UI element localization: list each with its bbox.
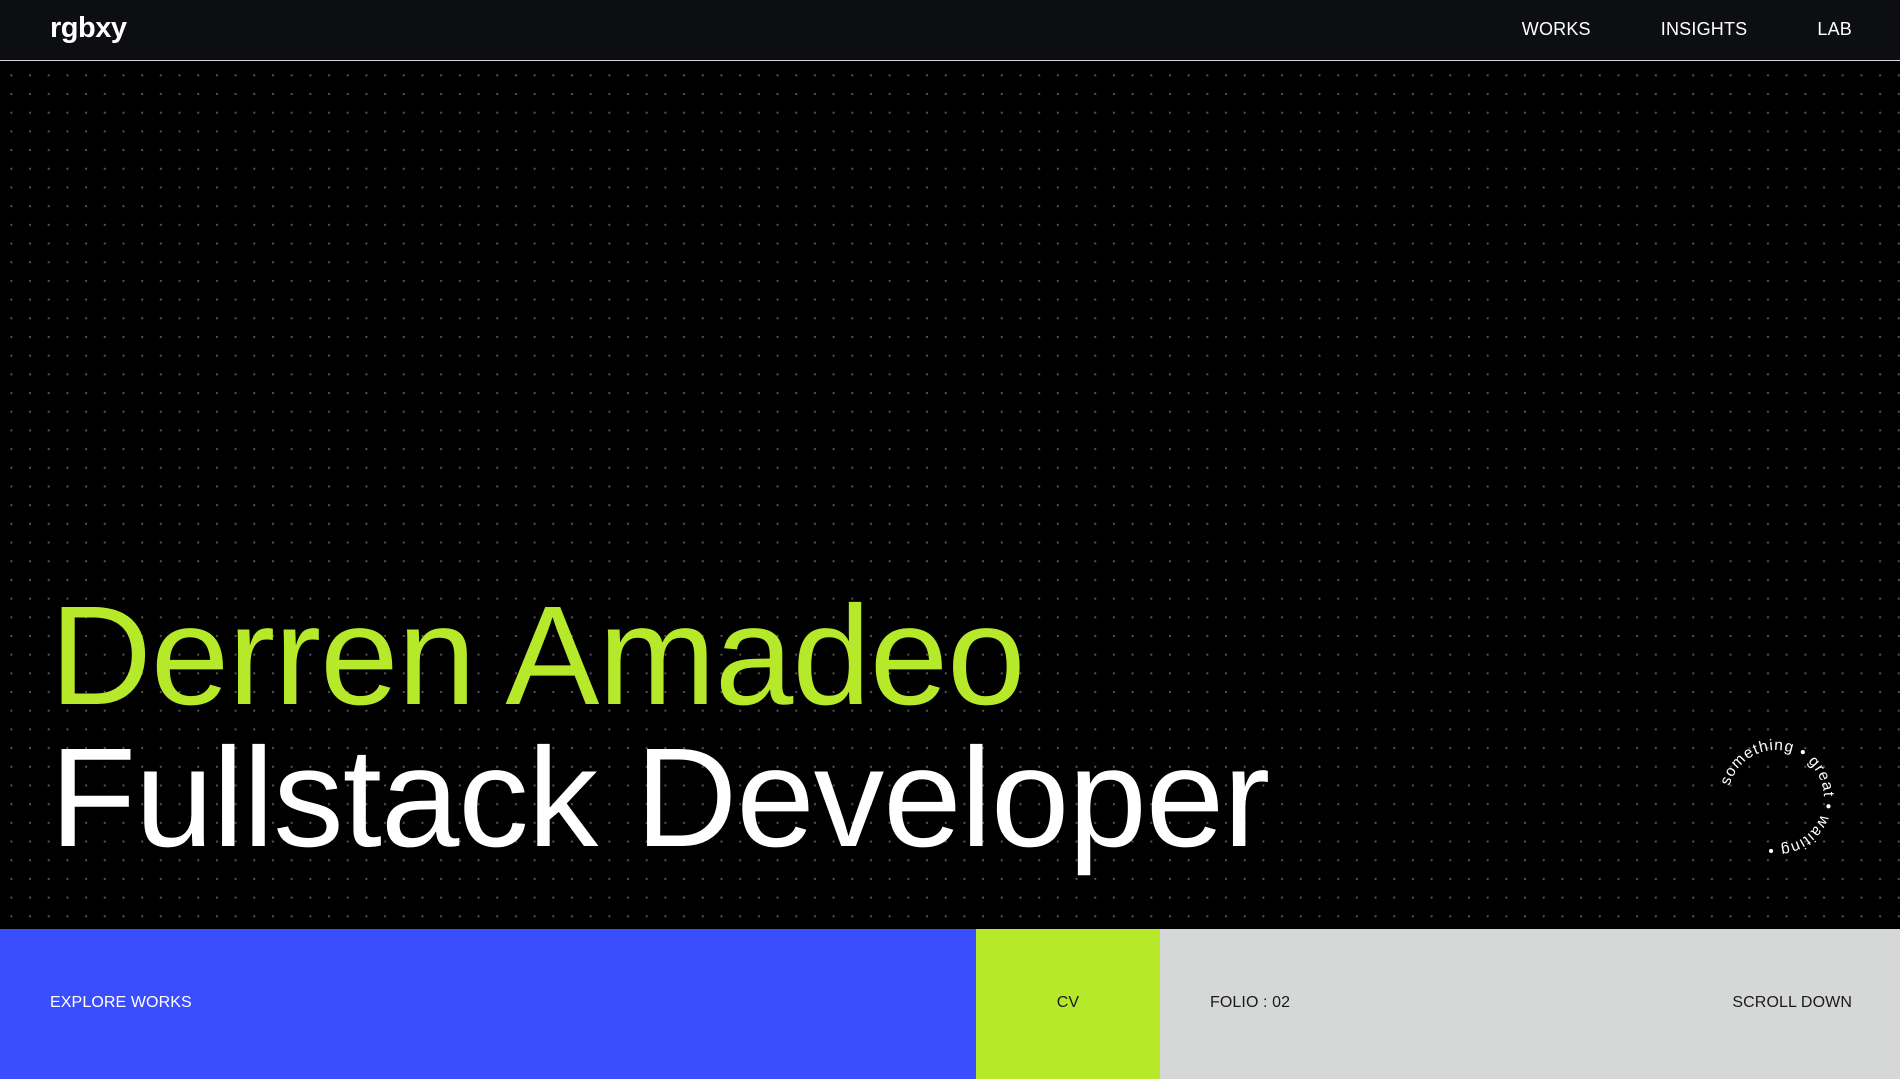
page: rgbxy WORKS INSIGHTS LAB Derren Amadeo F…: [0, 0, 1900, 1079]
badge-circular-text: something • great • waiting •: [1717, 737, 1837, 859]
scroll-down-link[interactable]: SCROLL DOWN: [1732, 994, 1852, 1012]
main-nav: WORKS INSIGHTS LAB: [1522, 19, 1852, 40]
hero-name: Derren Amadeo: [50, 576, 1026, 734]
cv-label: CV: [1056, 994, 1080, 1011]
nav-link-works[interactable]: WORKS: [1522, 19, 1591, 40]
folio-number: FOLIO : 02: [1210, 994, 1291, 1011]
hero-role: Fullstack Developer: [50, 718, 1270, 876]
rotating-text-badge: something • great • waiting •: [1714, 736, 1838, 860]
cv-button[interactable]: CV: [976, 929, 1160, 1079]
explore-works-label: EXPLORE WORKS: [50, 994, 192, 1011]
folio-panel: FOLIO : 02 SCROLL DOWN: [1160, 929, 1900, 1079]
nav-link-lab[interactable]: LAB: [1817, 19, 1852, 40]
nav-link-insights[interactable]: INSIGHTS: [1661, 19, 1748, 40]
footer-bar: EXPLORE WORKS CV FOLIO : 02 SCROLL DOWN: [0, 929, 1900, 1079]
top-navigation-bar: rgbxy WORKS INSIGHTS LAB: [0, 0, 1900, 61]
explore-works-button[interactable]: EXPLORE WORKS: [0, 929, 976, 1079]
site-logo[interactable]: rgbxy: [50, 12, 127, 45]
